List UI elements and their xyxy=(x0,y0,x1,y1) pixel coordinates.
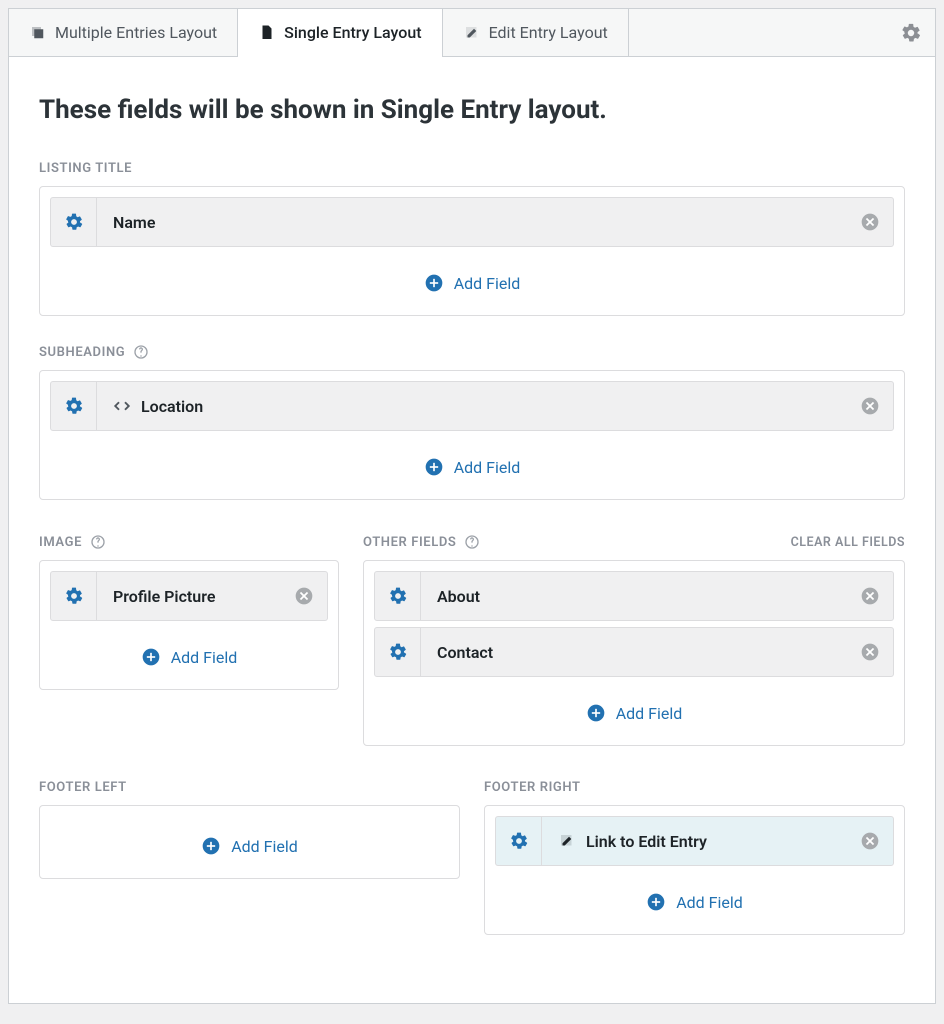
field-row[interactable]: About xyxy=(374,571,894,621)
plus-circle-icon xyxy=(201,836,221,856)
help-icon[interactable] xyxy=(90,534,106,550)
plus-circle-icon xyxy=(141,647,161,667)
help-icon[interactable] xyxy=(133,344,149,360)
close-icon xyxy=(860,586,880,606)
tabs: Multiple Entries Layout Single Entry Lay… xyxy=(9,9,935,57)
section-label-listing-title: LISTING TITLE xyxy=(39,161,132,176)
close-icon xyxy=(860,642,880,662)
field-remove-button[interactable] xyxy=(847,212,893,232)
field-row[interactable]: Contact xyxy=(374,627,894,677)
gear-icon xyxy=(509,831,529,851)
field-settings-button[interactable] xyxy=(375,628,421,676)
field-row[interactable]: Link to Edit Entry xyxy=(495,816,894,866)
help-icon[interactable] xyxy=(464,534,480,550)
field-settings-button[interactable] xyxy=(51,382,97,430)
tab-single-entry[interactable]: Single Entry Layout xyxy=(238,9,442,56)
zone-subheading[interactable]: Location Add Field xyxy=(39,370,905,500)
field-remove-button[interactable] xyxy=(847,642,893,662)
section-label-image: IMAGE xyxy=(39,534,106,550)
layout-panel: Multiple Entries Layout Single Entry Lay… xyxy=(8,8,936,1004)
field-settings-button[interactable] xyxy=(51,572,97,620)
gear-icon xyxy=(64,396,84,416)
close-icon xyxy=(294,586,314,606)
field-row[interactable]: Name xyxy=(50,197,894,247)
section-label-other-fields: OTHER FIELDS xyxy=(363,534,480,550)
field-remove-button[interactable] xyxy=(281,586,327,606)
field-title: Profile Picture xyxy=(97,587,281,606)
section-label-footer-right: FOOTER RIGHT xyxy=(484,780,581,795)
plus-circle-icon xyxy=(646,892,666,912)
tab-multiple-entries[interactable]: Multiple Entries Layout xyxy=(9,9,238,56)
tab-edit-entry[interactable]: Edit Entry Layout xyxy=(443,9,629,56)
close-icon xyxy=(860,831,880,851)
gear-icon xyxy=(900,22,922,44)
section-label-subheading: SUBHEADING xyxy=(39,344,149,360)
field-title: Contact xyxy=(421,643,847,662)
field-title: Name xyxy=(97,213,847,232)
add-field-button[interactable]: Add Field xyxy=(50,437,894,489)
field-row[interactable]: Profile Picture xyxy=(50,571,328,621)
plus-circle-icon xyxy=(424,457,444,477)
document-icon xyxy=(258,24,276,42)
page-title: These fields will be shown in Single Ent… xyxy=(39,95,905,125)
tab-label: Multiple Entries Layout xyxy=(55,23,217,42)
edit-icon xyxy=(463,24,481,42)
tab-label: Single Entry Layout xyxy=(284,23,421,42)
tab-label: Edit Entry Layout xyxy=(489,23,608,42)
add-field-button[interactable]: Add Field xyxy=(50,253,894,305)
field-title: About xyxy=(421,587,847,606)
edit-icon xyxy=(558,832,576,850)
gear-icon xyxy=(64,212,84,232)
field-settings-button[interactable] xyxy=(51,198,97,246)
gear-icon xyxy=(64,586,84,606)
code-icon xyxy=(113,397,131,415)
field-title: Link to Edit Entry xyxy=(542,832,847,851)
field-remove-button[interactable] xyxy=(847,586,893,606)
plus-circle-icon xyxy=(586,703,606,723)
add-field-button[interactable]: Add Field xyxy=(50,816,449,868)
field-title: Location xyxy=(97,397,847,416)
zone-listing-title[interactable]: Name Add Field xyxy=(39,186,905,316)
layers-icon xyxy=(29,24,47,42)
gear-icon xyxy=(388,642,408,662)
zone-image[interactable]: Profile Picture Add Field xyxy=(39,560,339,690)
zone-other-fields[interactable]: About Contact Add Field xyxy=(363,560,905,746)
zone-footer-right[interactable]: Link to Edit Entry Add Field xyxy=(484,805,905,935)
field-settings-button[interactable] xyxy=(375,572,421,620)
zone-footer-left[interactable]: Add Field xyxy=(39,805,460,879)
gear-icon xyxy=(388,586,408,606)
add-field-button[interactable]: Add Field xyxy=(50,627,328,679)
view-settings-button[interactable] xyxy=(887,9,935,56)
plus-circle-icon xyxy=(424,273,444,293)
section-label-footer-left: FOOTER LEFT xyxy=(39,780,127,795)
field-remove-button[interactable] xyxy=(847,396,893,416)
add-field-button[interactable]: Add Field xyxy=(495,872,894,924)
close-icon xyxy=(860,396,880,416)
clear-all-fields-button[interactable]: CLEAR ALL FIELDS xyxy=(791,535,905,550)
field-row[interactable]: Location xyxy=(50,381,894,431)
close-icon xyxy=(860,212,880,232)
field-remove-button[interactable] xyxy=(847,831,893,851)
field-settings-button[interactable] xyxy=(496,817,542,865)
add-field-button[interactable]: Add Field xyxy=(374,683,894,735)
